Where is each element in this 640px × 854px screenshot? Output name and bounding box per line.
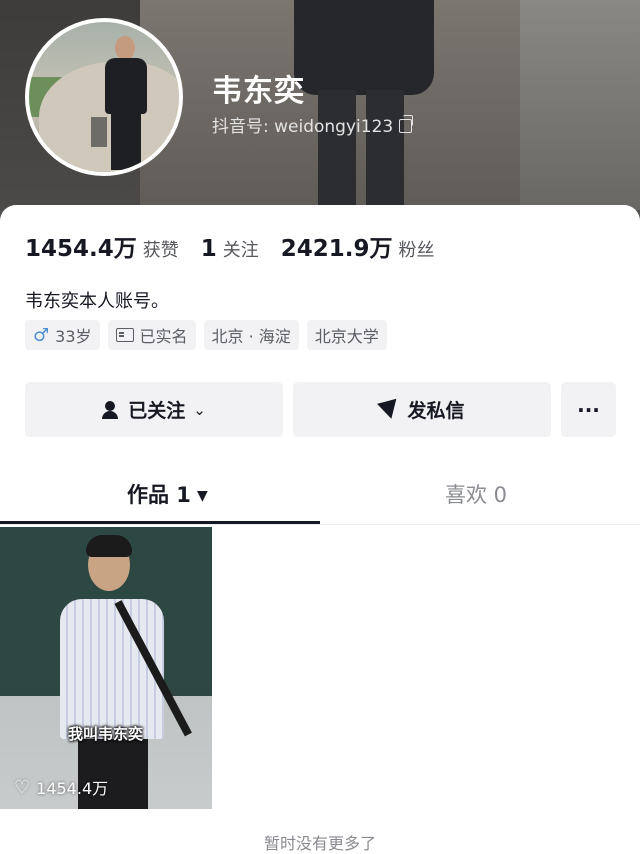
- stat-followers[interactable]: 2421.9万 粉丝: [281, 229, 435, 263]
- following-button[interactable]: 已关注 ⌄: [25, 382, 283, 437]
- stat-followers-value: 2421.9万: [280, 236, 393, 262]
- tab-likes-label: 喜欢 0: [445, 483, 508, 507]
- tab-works-label: 作品 1: [127, 483, 191, 507]
- send-message-label: 发私信: [407, 400, 465, 422]
- avatar-head: [115, 36, 135, 60]
- cover-person-leg: [366, 90, 404, 210]
- send-message-button[interactable]: 发私信: [293, 382, 551, 437]
- cover-person: [294, 0, 434, 95]
- tag-school[interactable]: 北京大学: [306, 320, 387, 350]
- heart-icon: ♡: [14, 776, 31, 798]
- send-icon: [377, 398, 402, 421]
- avatar[interactable]: [25, 18, 183, 176]
- chevron-down-icon: ⌄: [193, 400, 206, 419]
- stat-likes-value: 1454.4万: [25, 236, 137, 262]
- profile-id-text: 抖音号: weidongyi123: [212, 117, 394, 137]
- tag-location[interactable]: 北京 · 海淀: [203, 320, 299, 350]
- profile-cover: 韦东奕 抖音号: weidongyi123: [0, 0, 640, 240]
- id-card-icon: [115, 328, 134, 342]
- stat-likes[interactable]: 1454.4万 获赞: [25, 229, 179, 263]
- stats-row: 1454.4万 获赞 1 关注 2421.9万 粉丝: [25, 229, 457, 263]
- cover-person-leg: [318, 90, 356, 210]
- male-icon: ♂: [33, 324, 50, 346]
- tag-verified-text: 已实名: [139, 327, 188, 346]
- video-caption: 我叫韦东奕: [68, 725, 144, 743]
- tab-likes[interactable]: 喜欢 0: [445, 479, 507, 509]
- tag-location-text: 北京 · 海淀: [211, 327, 291, 346]
- copy-icon[interactable]: [399, 114, 414, 133]
- avatar-torso: [105, 58, 147, 114]
- profile-tags: ♂ 33岁 已实名 北京 · 海淀 北京大学: [25, 320, 387, 350]
- profile-bio: 韦东奕本人账号。: [25, 291, 169, 312]
- more-icon: ···: [577, 397, 600, 422]
- cover-background-pillar: [520, 0, 640, 210]
- profile-tabs: 作品 1 ▼ 喜欢 0: [0, 467, 640, 525]
- tab-works[interactable]: 作品 1 ▼: [127, 479, 208, 509]
- video-person-hair: [86, 535, 132, 557]
- video-thumbnail[interactable]: 我叫韦东奕 ♡ 1454.4万: [0, 527, 212, 809]
- caret-down-icon: ▼: [196, 488, 208, 504]
- following-button-label: 已关注: [128, 400, 186, 422]
- stat-following-label: 关注: [222, 240, 259, 261]
- user-check-icon: [102, 400, 120, 419]
- stat-likes-label: 获赞: [142, 240, 179, 261]
- tag-school-text: 北京大学: [314, 327, 379, 346]
- avatar-legs: [111, 112, 141, 170]
- stat-following[interactable]: 1 关注: [201, 236, 259, 262]
- avatar-bag: [91, 117, 107, 147]
- profile-name: 韦东奕: [212, 74, 305, 109]
- action-buttons: 已关注 ⌄ 发私信 ···: [25, 382, 616, 437]
- tag-age-text: 33岁: [55, 327, 92, 346]
- video-like-count: ♡ 1454.4万: [14, 775, 108, 799]
- no-more-content-note: 暂时没有更多了: [263, 834, 376, 853]
- profile-id[interactable]: 抖音号: weidongyi123: [212, 112, 414, 137]
- active-tab-indicator: [0, 521, 320, 524]
- tag-verified[interactable]: 已实名: [107, 320, 196, 350]
- stat-following-value: 1: [200, 236, 217, 262]
- tag-age: ♂ 33岁: [25, 320, 100, 350]
- stat-followers-label: 粉丝: [398, 240, 435, 261]
- video-like-count-text: 1454.4万: [36, 779, 109, 798]
- more-button[interactable]: ···: [561, 382, 616, 437]
